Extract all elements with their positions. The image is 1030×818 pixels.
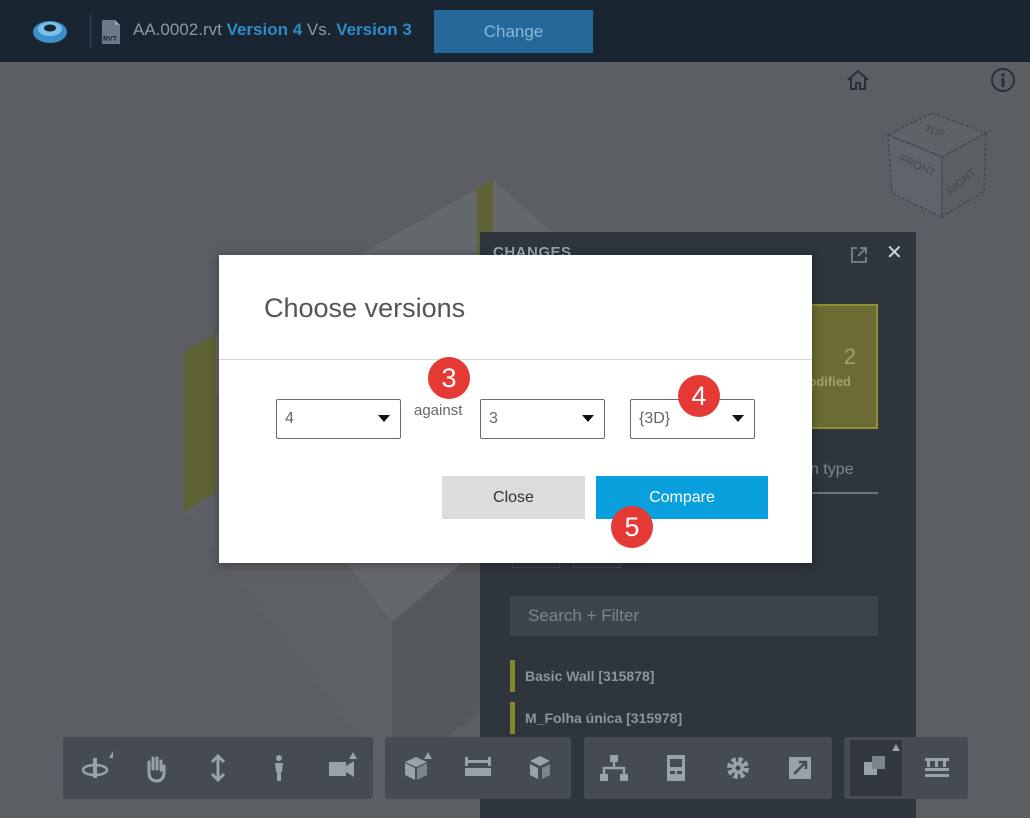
measure-icon[interactable] [460,750,496,786]
model-browser-icon[interactable] [596,750,632,786]
explode-icon[interactable] [522,750,558,786]
chevron-down-icon [378,415,390,422]
camera-icon[interactable] [323,750,359,786]
top-bar: RVT AA.0002.rvt Version 4 Vs. Version 3 … [0,0,1030,62]
version-a-link[interactable]: Version 4 [227,20,303,39]
info-icon[interactable] [990,67,1016,93]
home-icon[interactable] [845,68,871,92]
rvt-file-icon: RVT [102,20,120,44]
search-filter-input[interactable] [510,596,878,636]
against-label: against [414,402,463,419]
first-person-icon[interactable] [261,750,297,786]
to-version-select[interactable]: 3 [480,399,605,439]
change-list-item[interactable]: Basic Wall [315878] [510,660,654,692]
properties-icon[interactable] [658,750,694,786]
modified-label: odified [808,374,851,389]
version-b-link[interactable]: Version 3 [336,20,412,39]
choose-versions-dialog: Choose versions 4 against 3 {3D} Close C… [219,255,812,563]
panel-close-icon[interactable]: ✕ [886,243,903,263]
app-logo-icon[interactable] [30,14,70,48]
file-name: AA.0002.rvt [133,20,222,39]
change-list-item[interactable]: M_Folha única [315978] [510,702,682,734]
close-button[interactable]: Close [442,476,585,519]
section-box-icon[interactable] [398,750,434,786]
model-toolbar [385,737,571,799]
step-badge-4: 4 [678,375,720,417]
from-version-value: 4 [285,410,294,427]
list-icon[interactable] [919,750,955,786]
header-separator [90,14,91,48]
change-button[interactable]: Change [434,10,593,53]
viewcube-icon[interactable]: TOP FRONT RIGHT [880,105,992,220]
chevron-down-icon [732,415,744,422]
step-badge-5: 5 [611,506,653,548]
file-version-title: AA.0002.rvt Version 4 Vs. Version 3 [133,20,412,40]
dialog-title: Choose versions [264,293,466,323]
from-version-select[interactable]: 4 [276,399,401,439]
modified-count: 2 [843,344,856,369]
popout-icon[interactable] [850,246,868,264]
svg-text:RVT: RVT [103,36,118,43]
step-badge-3: 3 [428,357,470,399]
modified-summary-card[interactable]: 2 odified [801,304,878,429]
dialog-separator [219,359,812,360]
orbit-icon[interactable] [77,750,117,786]
extras-toolbar [844,737,968,799]
to-version-value: 3 [489,410,498,427]
group-by-type-tab[interactable]: n type [810,461,854,479]
panels-toolbar [584,737,832,799]
zoom-icon[interactable] [200,750,236,786]
chevron-down-icon [582,415,594,422]
vs-text: Vs. [302,20,337,39]
settings-icon[interactable] [720,750,756,786]
navigation-toolbar [63,737,373,799]
compare-icon[interactable] [850,740,902,796]
fullscreen-icon[interactable] [782,750,818,786]
pan-icon[interactable] [138,750,174,786]
view-value: {3D} [639,410,671,427]
